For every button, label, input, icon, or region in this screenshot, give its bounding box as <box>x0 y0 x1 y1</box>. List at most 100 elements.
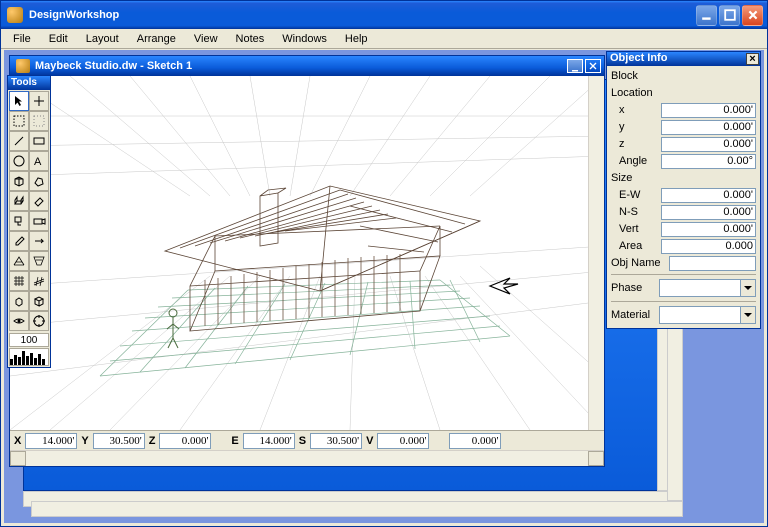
minimize-button[interactable] <box>696 5 717 26</box>
info-ns-label: N-S <box>611 206 661 218</box>
status-bar: X 14.000' Y 30.500' Z 0.000' E 14.000' S… <box>10 430 604 450</box>
polyhedron-tool-icon[interactable] <box>29 171 49 191</box>
stacked-scroll-h-2[interactable] <box>31 501 683 517</box>
extrude-tool-icon[interactable] <box>9 191 29 211</box>
separator <box>611 274 756 275</box>
menu-view[interactable]: View <box>186 31 226 47</box>
menu-arrange[interactable]: Arrange <box>129 31 184 47</box>
menu-help[interactable]: Help <box>337 31 376 47</box>
wireframe-canvas <box>10 76 604 430</box>
chevron-down-icon <box>740 307 755 323</box>
marquee-sparse-tool-icon[interactable] <box>29 111 49 131</box>
info-phase-select[interactable] <box>659 279 756 297</box>
menu-notes[interactable]: Notes <box>228 31 273 47</box>
status-x-field[interactable]: 14.000' <box>25 433 77 449</box>
arrow-tool-icon[interactable] <box>9 91 29 111</box>
eraser-tool-icon[interactable] <box>29 191 49 211</box>
info-y-field[interactable]: 0.000' <box>661 120 756 135</box>
info-ew-field[interactable]: 0.000' <box>661 188 756 203</box>
object-info-close-button[interactable]: × <box>746 53 759 65</box>
object-info-panel[interactable]: Object Info × Block Location x0.000' y0.… <box>606 51 761 329</box>
chevron-down-icon <box>740 280 755 296</box>
object-info-title[interactable]: Object Info × <box>607 52 760 66</box>
cube-tool-icon[interactable] <box>9 171 29 191</box>
status-extra-field[interactable]: 0.000' <box>449 433 501 449</box>
info-phase-label: Phase <box>611 282 659 294</box>
status-v-field[interactable]: 0.000' <box>377 433 429 449</box>
info-objname-label: Obj Name <box>611 257 669 269</box>
grid-b-tool-icon[interactable] <box>29 271 49 291</box>
close-button[interactable] <box>742 5 763 26</box>
info-vert-label: Vert <box>611 223 661 235</box>
line-tool-icon[interactable] <box>9 131 29 151</box>
info-size-label: Size <box>611 172 661 184</box>
info-location-label: Location <box>611 87 661 99</box>
doc-close-button[interactable] <box>585 59 601 73</box>
tools-title[interactable]: Tools <box>8 76 50 90</box>
horizontal-scrollbar[interactable] <box>10 450 604 466</box>
scroll-right-button[interactable] <box>588 451 604 466</box>
titlebar[interactable]: DesignWorkshop <box>1 1 767 29</box>
scroll-track[interactable] <box>26 451 588 466</box>
info-angle-field[interactable]: 0.00° <box>661 154 756 169</box>
document-titlebar[interactable]: Maybeck Studio.dw - Sketch 1 <box>10 56 604 76</box>
magnify-tool-icon[interactable] <box>29 231 49 251</box>
rectangle-tool-icon[interactable] <box>29 131 49 151</box>
cube-small-tool-icon[interactable] <box>9 291 29 311</box>
status-z-field[interactable]: 0.000' <box>159 433 211 449</box>
status-s-field[interactable]: 30.500' <box>310 433 362 449</box>
altitude-field[interactable]: 100 <box>9 333 49 347</box>
menu-windows[interactable]: Windows <box>274 31 335 47</box>
grid-a-tool-icon[interactable] <box>9 271 29 291</box>
status-x-label: X <box>14 435 21 447</box>
info-ew-label: E-W <box>611 189 661 201</box>
document-window: Maybeck Studio.dw - Sketch 1 <box>9 55 605 467</box>
eye-tool-icon[interactable] <box>9 311 29 331</box>
status-e-label: E <box>231 435 238 447</box>
tools-palette[interactable]: Tools A <box>7 75 51 368</box>
circle-tool-icon[interactable] <box>9 151 29 171</box>
camera-tool-icon[interactable] <box>29 211 49 231</box>
info-z-field[interactable]: 0.000' <box>661 137 756 152</box>
cube-wire-tool-icon[interactable] <box>29 291 49 311</box>
viewport[interactable] <box>10 76 604 430</box>
info-x-field[interactable]: 0.000' <box>661 103 756 118</box>
info-material-label: Material <box>611 309 659 321</box>
perspective-a-tool-icon[interactable] <box>9 251 29 271</box>
vertical-scrollbar[interactable] <box>588 76 604 430</box>
info-z-label: z <box>611 138 661 150</box>
status-v-label: V <box>366 435 373 447</box>
info-material-select[interactable] <box>659 306 756 324</box>
eyedropper-tool-icon[interactable] <box>9 231 29 251</box>
svg-text:A: A <box>34 156 42 168</box>
menu-layout[interactable]: Layout <box>78 31 127 47</box>
skyline-profile-icon[interactable] <box>9 348 49 366</box>
info-area-label: Area <box>611 240 661 252</box>
menu-edit[interactable]: Edit <box>41 31 76 47</box>
menu-file[interactable]: File <box>5 31 39 47</box>
status-e-field[interactable]: 14.000' <box>243 433 295 449</box>
paint-tool-icon[interactable] <box>9 211 29 231</box>
scroll-left-button[interactable] <box>10 451 26 466</box>
info-vert-field[interactable]: 0.000' <box>661 222 756 237</box>
info-area-field[interactable]: 0.000 <box>661 239 756 254</box>
info-angle-label: Angle <box>611 155 661 167</box>
status-y-field[interactable]: 30.500' <box>93 433 145 449</box>
doc-minimize-button[interactable] <box>567 59 583 73</box>
main-window: DesignWorkshop File Edit Layout Arrange … <box>0 0 768 527</box>
info-x-label: x <box>611 104 661 116</box>
marquee-dotted-tool-icon[interactable] <box>9 111 29 131</box>
mdi-area: Maybeck Studio.dw - Sketch 1 <box>4 50 764 523</box>
maximize-button[interactable] <box>719 5 740 26</box>
info-objname-field[interactable] <box>669 256 756 271</box>
status-z-label: Z <box>149 435 156 447</box>
info-ns-field[interactable]: 0.000' <box>661 205 756 220</box>
text-tool-icon[interactable]: A <box>29 151 49 171</box>
document-icon <box>16 59 30 73</box>
status-s-label: S <box>299 435 306 447</box>
target-tool-icon[interactable] <box>29 311 49 331</box>
app-icon <box>7 7 23 23</box>
perspective-b-tool-icon[interactable] <box>29 251 49 271</box>
crosshair-tool-icon[interactable] <box>29 91 49 111</box>
status-y-label: Y <box>81 435 88 447</box>
